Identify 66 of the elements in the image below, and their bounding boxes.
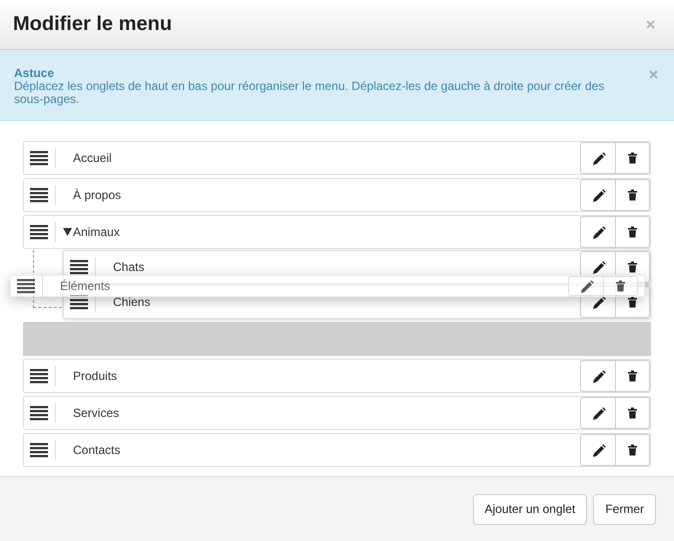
menu-item-label: Chiens <box>113 295 150 309</box>
menu-item-label: Contacts <box>73 443 120 457</box>
pencil-icon <box>590 150 606 166</box>
trash-icon <box>627 296 638 308</box>
trash-icon <box>627 152 638 164</box>
menu-item-row[interactable]: Accueil <box>23 141 651 175</box>
drag-handle-icon[interactable] <box>30 150 48 166</box>
edit-button[interactable] <box>580 434 616 466</box>
delete-button[interactable] <box>616 286 650 318</box>
drag-handle-icon[interactable] <box>70 294 88 310</box>
menu-item-label: À propos <box>73 188 122 202</box>
tip-title: Astuce <box>14 66 56 80</box>
trash-icon <box>627 370 638 382</box>
dialog-title: Modifier le menu <box>13 13 172 36</box>
menu-item-label: Chats <box>113 260 144 274</box>
edit-button[interactable] <box>580 360 616 392</box>
menu-item-row[interactable]: À propos <box>23 178 651 212</box>
drag-handle-icon[interactable] <box>30 405 48 421</box>
menu-item-label: Produits <box>73 369 118 383</box>
dragged-menu-item[interactable]: Éléments <box>10 275 645 297</box>
delete-button[interactable] <box>604 276 638 296</box>
pencil-icon <box>590 224 606 240</box>
caret-icon[interactable] <box>63 227 72 237</box>
pencil-icon <box>590 188 606 202</box>
trash-icon <box>615 280 626 292</box>
edit-button[interactable] <box>580 179 616 211</box>
delete-button[interactable] <box>616 142 650 174</box>
footer-button[interactable]: Fermer <box>593 494 656 524</box>
delete-button[interactable] <box>616 434 650 466</box>
pencil-icon <box>590 294 606 310</box>
edit-button[interactable] <box>568 276 604 296</box>
footer-button[interactable]: Ajouter un onglet <box>472 494 588 524</box>
edit-button[interactable] <box>580 251 616 283</box>
menu-item-label: Animaux <box>73 225 120 239</box>
pencil-icon <box>590 260 606 274</box>
drag-handle-icon[interactable] <box>30 368 48 384</box>
drag-handle-icon[interactable] <box>30 442 48 458</box>
menu-item-label: Accueil <box>73 151 112 165</box>
delete-button[interactable] <box>616 251 650 283</box>
delete-button[interactable] <box>616 216 650 248</box>
pencil-icon <box>590 406 606 420</box>
pencil-icon <box>590 368 606 384</box>
edit-button[interactable] <box>580 397 616 429</box>
edit-button[interactable] <box>580 216 616 248</box>
drag-handle-icon[interactable] <box>30 187 48 203</box>
menu-item-row[interactable]: Produits <box>23 359 651 393</box>
trash-icon <box>627 189 638 201</box>
tip-text: Déplacez les onglets de haut en bas pour réorganiser le menu. Déplacez-les de gauche à droite pour créer des sous-pages. <box>14 80 606 106</box>
pencil-icon <box>578 278 594 294</box>
menu-item-row[interactable]: Services <box>23 396 651 430</box>
trash-icon <box>627 261 638 273</box>
drag-handle-icon[interactable] <box>70 259 88 275</box>
drag-handle-icon[interactable] <box>17 278 35 294</box>
drag-handle-icon[interactable] <box>30 224 48 240</box>
trash-icon <box>627 226 638 238</box>
delete-button[interactable] <box>616 360 650 392</box>
menu-item-row[interactable]: Contacts <box>23 433 651 467</box>
menu-item-row[interactable]: Animaux <box>23 215 651 249</box>
edit-button[interactable] <box>580 142 616 174</box>
delete-button[interactable] <box>616 179 650 211</box>
delete-button[interactable] <box>616 397 650 429</box>
trash-icon <box>627 444 638 456</box>
pencil-icon <box>590 442 606 458</box>
menu-item-label: Services <box>73 406 120 420</box>
trash-icon <box>627 407 638 419</box>
edit-button[interactable] <box>580 286 616 318</box>
